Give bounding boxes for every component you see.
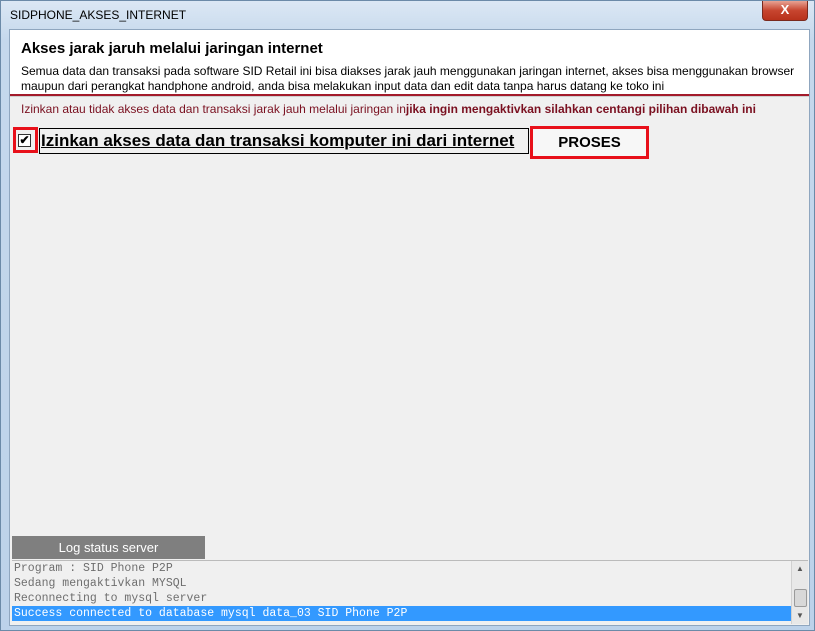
window-title: SIDPHONE_AKSES_INTERNET xyxy=(10,8,187,22)
allow-access-label[interactable]: Izinkan akses data dan transaksi kompute… xyxy=(41,131,514,151)
header-divider xyxy=(10,94,809,96)
notice-normal: Izinkan atau tidak akses data dan transa… xyxy=(21,102,406,116)
scroll-down-icon[interactable]: ▼ xyxy=(792,608,808,624)
notice-bold: jika ingin mengaktivkan silahkan centang… xyxy=(405,102,756,116)
log-line[interactable]: Program : SID Phone P2P xyxy=(14,561,792,576)
allow-access-checkbox[interactable]: ✔ xyxy=(18,134,31,147)
log-line[interactable]: Sedang mengaktivkan MYSQL xyxy=(14,576,792,591)
title-bar[interactable]: SIDPHONE_AKSES_INTERNET X xyxy=(1,1,814,29)
log-scrollbar[interactable]: ▲ ▼ xyxy=(791,561,808,624)
log-status-tab[interactable]: Log status server xyxy=(12,536,205,559)
close-button[interactable]: X xyxy=(762,1,808,21)
log-list[interactable]: Program : SID Phone P2P Sedang mengaktiv… xyxy=(12,560,808,624)
app-window: SIDPHONE_AKSES_INTERNET X Akses jarak ja… xyxy=(0,0,815,631)
scroll-up-icon[interactable]: ▲ xyxy=(792,561,808,577)
scroll-thumb[interactable] xyxy=(794,589,807,607)
log-line-selected[interactable]: Success connected to database mysql data… xyxy=(12,606,794,621)
page-description: Semua data dan transaksi pada software S… xyxy=(21,64,795,93)
proses-button[interactable]: PROSES xyxy=(530,126,649,159)
header-panel: Akses jarak jaruh melalui jaringan inter… xyxy=(10,30,809,97)
notice-text: Izinkan atau tidak akses data dan transa… xyxy=(21,102,756,116)
page-title: Akses jarak jaruh melalui jaringan inter… xyxy=(21,40,323,57)
client-area: Akses jarak jaruh melalui jaringan inter… xyxy=(9,29,810,626)
log-line[interactable]: Reconnecting to mysql server xyxy=(14,591,792,606)
